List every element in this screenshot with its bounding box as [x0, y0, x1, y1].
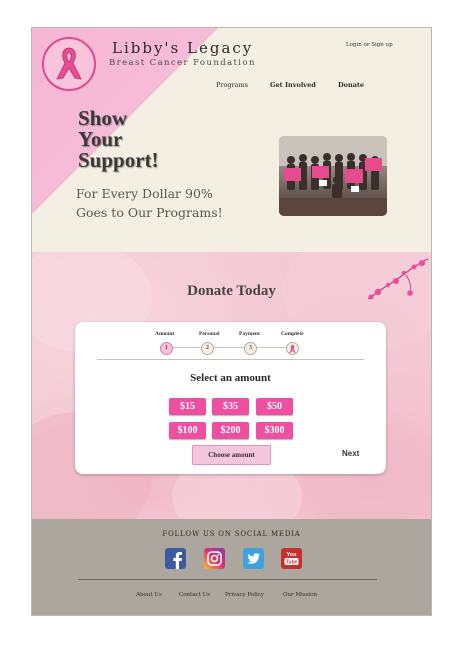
brand-subtitle: Breast Cancer Foundation — [109, 58, 256, 68]
headline-line-2: Your — [78, 127, 123, 151]
brand-name: Libby's Legacy — [112, 39, 254, 57]
amount-button-35[interactable]: $35 — [212, 398, 249, 415]
logo[interactable] — [42, 37, 96, 91]
footer-link-contact-us[interactable]: Contact Us — [179, 592, 210, 598]
donation-card: Amount Personal Payment Complete 1 2 3 S… — [75, 322, 386, 474]
headline-line-1: Show — [78, 106, 128, 130]
group-photo — [279, 136, 387, 216]
instagram-glyph — [207, 551, 222, 566]
facebook-glyph — [173, 552, 182, 569]
step-1-active: 1 — [160, 342, 173, 355]
tagline-line-1: For Every Dollar 90% — [76, 186, 213, 201]
select-amount-title: Select an amount — [190, 372, 271, 384]
footer-link-about-us[interactable]: About Us — [136, 592, 162, 598]
youtube-icon[interactable]: You Tube — [281, 548, 302, 569]
tagline-line-2: Goes to Our Programs! — [76, 205, 223, 220]
instagram-icon[interactable] — [204, 548, 225, 569]
ribbon-icon — [289, 344, 296, 353]
hero-section: Libby's Legacy Breast Cancer Foundation … — [32, 28, 431, 252]
group-photo-illustration — [279, 136, 387, 216]
follow-us-heading: FOLLOW US ON SOCIAL MEDIA — [162, 530, 301, 538]
step-label-amount: Amount — [155, 331, 175, 337]
page-frame: Libby's Legacy Breast Cancer Foundation … — [31, 27, 432, 616]
step-4 — [286, 342, 299, 355]
donate-title: Donate Today — [187, 283, 276, 299]
nav-get-involved[interactable]: Get Involved — [270, 81, 316, 89]
next-button[interactable]: Next — [342, 449, 359, 458]
svg-text:You: You — [287, 552, 297, 558]
amount-button-100[interactable]: $100 — [169, 422, 206, 439]
choose-amount-button[interactable]: Choose amount — [192, 445, 271, 465]
amount-button-50[interactable]: $50 — [256, 398, 293, 415]
footer-divider — [78, 579, 377, 580]
hero-tagline: For Every Dollar 90% Goes to Our Program… — [76, 184, 223, 222]
nav-donate[interactable]: Donate — [338, 81, 364, 89]
footer-link-privacy-policy[interactable]: Privacy Policy — [225, 592, 264, 598]
footer: FOLLOW US ON SOCIAL MEDIA You Tube About… — [32, 519, 431, 615]
twitter-bird-glyph — [247, 553, 260, 564]
amount-button-300[interactable]: $300 — [256, 422, 293, 439]
youtube-glyph: You Tube — [284, 552, 299, 566]
nav-programs[interactable]: Programs — [216, 81, 248, 89]
hero-headline: Show Your Support! — [78, 108, 159, 171]
progress-line — [165, 347, 295, 348]
amount-button-200[interactable]: $200 — [212, 422, 249, 439]
step-label-payment: Payment — [239, 331, 260, 337]
twitter-icon[interactable] — [243, 548, 264, 569]
step-2: 2 — [201, 342, 214, 355]
facebook-icon[interactable] — [165, 548, 186, 569]
headline-line-3: Support! — [78, 148, 159, 172]
card-divider — [97, 359, 364, 360]
donate-section: Donate Today Amount Personal Payment Com… — [32, 252, 431, 519]
amount-button-15[interactable]: $15 — [169, 398, 206, 415]
footer-link-our-mission[interactable]: Our Mission — [283, 592, 317, 598]
step-3: 3 — [244, 342, 257, 355]
pink-ribbon-icon — [56, 47, 82, 80]
step-label-personal: Personal — [199, 331, 220, 337]
svg-text:Tube: Tube — [286, 560, 298, 566]
step-label-complete: Complete — [281, 331, 304, 337]
login-signup-link[interactable]: Login or Sign up — [346, 42, 393, 48]
